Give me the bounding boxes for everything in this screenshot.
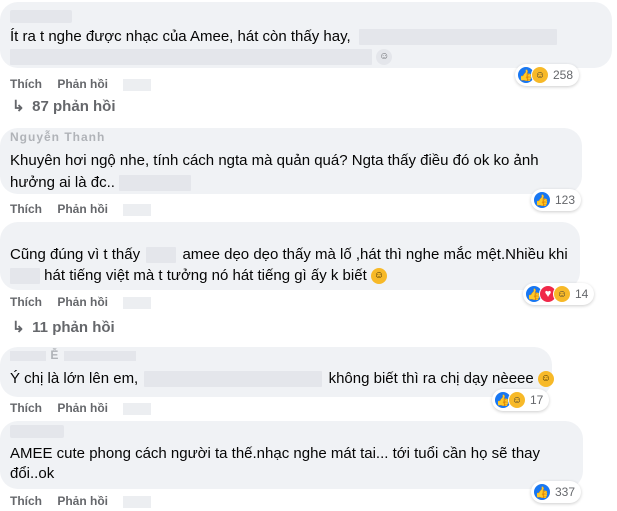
smile-emoji-icon: ☺	[370, 268, 387, 285]
reaction-summary[interactable]: 👍 ♥ ☺ 14	[523, 283, 595, 305]
like-action[interactable]: Thích	[10, 295, 42, 309]
comment-actions: Thích Phản hồi	[10, 494, 163, 508]
comment-text: AMEE cute phong cách người ta thế.nhạc n…	[10, 445, 541, 462]
reply-action[interactable]: Phản hồi	[57, 77, 108, 91]
comment-author[interactable]: Ễ	[10, 348, 136, 362]
reply-action[interactable]: Phản hồi	[57, 401, 108, 415]
comment-actions: Thích Phản hồi	[10, 202, 163, 216]
reply-action[interactable]: Phản hồi	[57, 494, 108, 508]
timestamp[interactable]	[123, 402, 152, 415]
like-icon: 👍	[533, 191, 551, 209]
comment-actions: Thích Phản hồi	[10, 295, 163, 309]
comment-text: Ý chị là lớn lên em, không biết thì ra c…	[10, 368, 554, 390]
reaction-summary[interactable]: 👍 ☺ 17	[492, 389, 550, 411]
comment-actions: Thích Phản hồi	[10, 77, 163, 91]
comment-text: Cũng đúng vì t thấy amee dẹo dẹo thấy mà…	[10, 246, 568, 264]
view-replies-link[interactable]: ↳ 11 phản hồi	[12, 318, 115, 336]
smile-emoji-icon: ☺	[376, 49, 393, 66]
reaction-summary[interactable]: 👍 123	[531, 189, 582, 211]
comment-text: Ít ra t nghe được nhạc của Amee, hát còn…	[10, 26, 557, 48]
haha-icon: ☺	[508, 391, 526, 409]
reaction-summary[interactable]: 👍 ☺ 258	[515, 64, 580, 86]
comment-text-line2: đổi..ok	[10, 465, 55, 482]
timestamp[interactable]	[123, 296, 152, 309]
comment-author[interactable]: Nguyễn Thanh	[10, 130, 105, 144]
like-action[interactable]: Thích	[10, 494, 42, 508]
reply-action[interactable]: Phản hồi	[57, 295, 108, 309]
haha-icon: ☺	[531, 66, 549, 84]
reply-action[interactable]: Phản hồi	[57, 202, 108, 216]
timestamp[interactable]	[123, 203, 152, 216]
reply-arrow-icon: ↳	[12, 98, 25, 115]
timestamp[interactable]	[123, 78, 152, 91]
view-replies-link[interactable]: ↳ 87 phản hồi	[12, 97, 116, 115]
timestamp[interactable]	[123, 495, 152, 508]
haha-icon: ☺	[553, 285, 571, 303]
like-action[interactable]: Thích	[10, 202, 42, 216]
comment-author[interactable]	[10, 10, 72, 23]
reaction-summary[interactable]: 👍 337	[531, 481, 582, 503]
like-icon: 👍	[533, 483, 551, 501]
reply-arrow-icon: ↳	[12, 319, 25, 336]
sweat-smile-emoji-icon: ☺	[537, 371, 554, 388]
comment-text: Khuyên hơi ngộ nhe, tính cách ngta mà qu…	[10, 152, 539, 169]
comment-actions: Thích Phản hồi	[10, 401, 163, 415]
like-action[interactable]: Thích	[10, 77, 42, 91]
comment-text-line2: hát tiếng việt mà t tưởng nó hát tiếng g…	[10, 265, 387, 287]
comment-text-line2: ☺	[10, 46, 393, 68]
comment-text-line2: hưởng ai là đc..	[10, 172, 192, 194]
like-action[interactable]: Thích	[10, 401, 42, 415]
comment-author[interactable]	[10, 425, 64, 438]
